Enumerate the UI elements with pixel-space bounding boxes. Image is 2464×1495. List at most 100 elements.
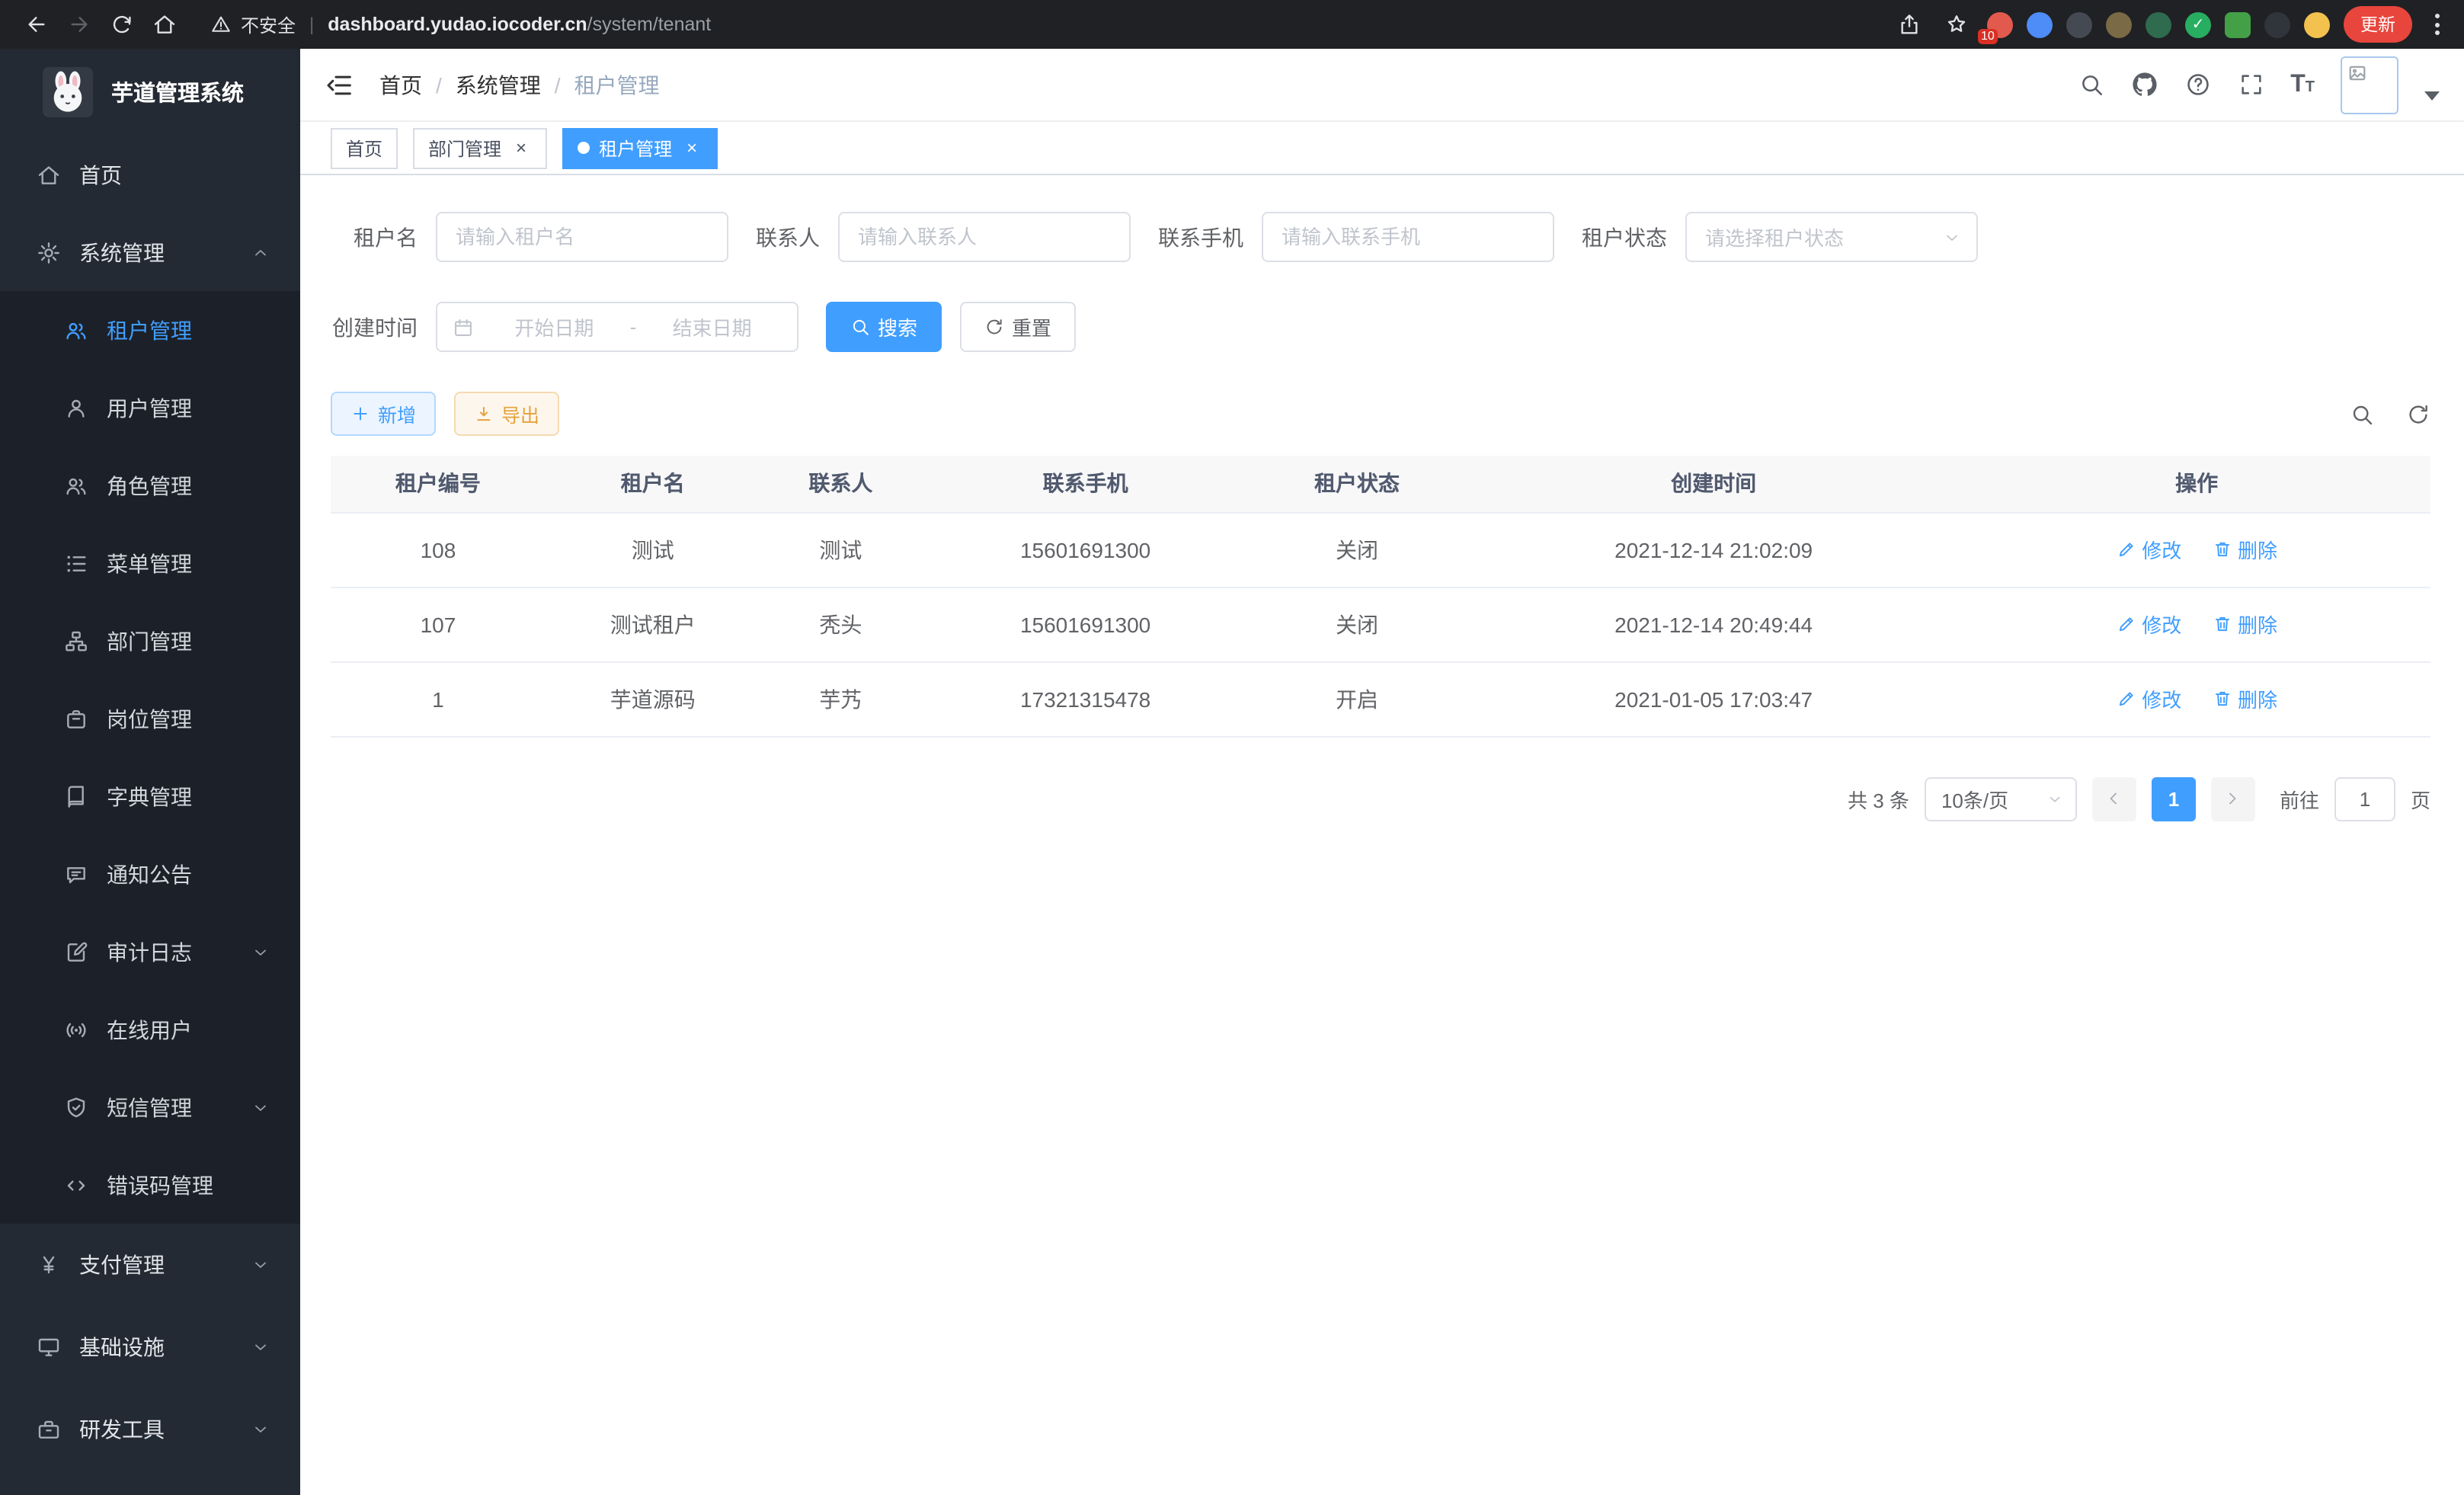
search-button[interactable]: 搜索 bbox=[826, 302, 942, 352]
sidebar-item-dict[interactable]: 字典管理 bbox=[0, 757, 300, 835]
extension-icon[interactable] bbox=[2027, 11, 2053, 37]
extension-icon[interactable]: ✓ bbox=[2185, 11, 2211, 37]
add-button[interactable]: 新增 bbox=[331, 392, 436, 436]
breadcrumb-item[interactable]: 系统管理 bbox=[456, 69, 541, 100]
profile-avatar-icon[interactable] bbox=[2304, 11, 2330, 37]
extension-icon[interactable] bbox=[2264, 11, 2290, 37]
browser-menu-icon[interactable] bbox=[2426, 14, 2449, 35]
extension-icon[interactable]: 10 bbox=[1987, 11, 2013, 37]
sidebar-item-label: 研发工具 bbox=[79, 1414, 165, 1445]
sidebar-item-dept[interactable]: 部门管理 bbox=[0, 602, 300, 680]
edit-link[interactable]: 修改 bbox=[2116, 610, 2181, 639]
extension-icon[interactable] bbox=[2225, 11, 2251, 37]
delete-link[interactable]: 删除 bbox=[2212, 535, 2277, 564]
sidebar-item-home[interactable]: 首页 bbox=[0, 136, 300, 213]
contact-input[interactable] bbox=[838, 212, 1131, 262]
fullscreen-icon[interactable] bbox=[2237, 71, 2264, 98]
status-select[interactable]: 请选择租户状态 bbox=[1685, 212, 1978, 262]
address-bar[interactable]: 不安全 | dashboard.yudao.iocoder.cn /system… bbox=[210, 11, 1893, 37]
phone-input[interactable] bbox=[1262, 212, 1554, 262]
breadcrumb-separator: / bbox=[555, 72, 561, 97]
browser-forward-icon[interactable] bbox=[58, 3, 101, 46]
page-size-select[interactable]: 10条/页 bbox=[1925, 776, 2077, 821]
code-icon bbox=[64, 1173, 88, 1197]
sidebar-item-infrastructure[interactable]: 基础设施 bbox=[0, 1306, 300, 1388]
tab-label: 首页 bbox=[346, 135, 382, 161]
sidebar-item-dev-tools[interactable]: 研发工具 bbox=[0, 1388, 300, 1471]
sidebar-item-audit-log[interactable]: 审计日志 bbox=[0, 913, 300, 991]
sidebar-item-label: 部门管理 bbox=[107, 626, 192, 656]
calendar-icon bbox=[453, 316, 474, 338]
page-content: 租户名 联系人 联系手机 租户状态 请选择租户状态 bbox=[300, 175, 2464, 1495]
close-icon[interactable]: × bbox=[681, 137, 702, 158]
export-button[interactable]: 导出 bbox=[454, 392, 559, 436]
sidebar-item-label: 短信管理 bbox=[107, 1092, 192, 1122]
goto-page-input[interactable] bbox=[2334, 776, 2395, 821]
date-range-picker[interactable]: 开始日期 - 结束日期 bbox=[436, 302, 798, 352]
extension-icon[interactable] bbox=[2146, 11, 2171, 37]
avatar[interactable] bbox=[2341, 56, 2398, 114]
search-icon bbox=[850, 317, 870, 337]
col-header: 租户名 bbox=[546, 456, 760, 512]
table-row: 108 测试 测试 15601691300 关闭 2021-12-14 21:0… bbox=[331, 512, 2430, 587]
close-icon[interactable]: × bbox=[510, 137, 532, 158]
toggle-search-icon[interactable] bbox=[2350, 402, 2374, 426]
tab-tenant[interactable]: 租户管理 × bbox=[562, 127, 718, 168]
delete-link[interactable]: 删除 bbox=[2212, 610, 2277, 639]
chevron-down-icon bbox=[1943, 228, 1961, 246]
add-button-label: 新增 bbox=[378, 399, 416, 428]
chevron-up-icon bbox=[251, 243, 270, 261]
navbar: 首页 / 系统管理 / 租户管理 TT bbox=[300, 49, 2464, 122]
logo[interactable]: 芋道管理系统 bbox=[0, 49, 300, 136]
date-start-placeholder: 开始日期 bbox=[485, 312, 624, 341]
book-icon bbox=[64, 784, 88, 808]
github-icon[interactable] bbox=[2130, 71, 2158, 98]
sidebar-item-tenant[interactable]: 租户管理 bbox=[0, 291, 300, 369]
share-icon[interactable] bbox=[1893, 3, 1926, 46]
filter-tenant-name: 租户名 bbox=[331, 212, 728, 262]
cell-actions: 修改 删除 bbox=[1963, 661, 2430, 736]
edit-link[interactable]: 修改 bbox=[2116, 684, 2181, 713]
monitor-icon bbox=[37, 1335, 61, 1359]
browser-back-icon[interactable] bbox=[15, 3, 58, 46]
sidebar-item-post[interactable]: 岗位管理 bbox=[0, 680, 300, 757]
edit-link[interactable]: 修改 bbox=[2116, 535, 2181, 564]
bookmark-star-icon[interactable] bbox=[1940, 3, 1973, 46]
hamburger-icon[interactable] bbox=[325, 69, 355, 100]
tab-dept[interactable]: 部门管理 × bbox=[413, 127, 547, 168]
help-icon[interactable] bbox=[2184, 71, 2211, 98]
col-header: 联系手机 bbox=[921, 456, 1250, 512]
page-number-button[interactable]: 1 bbox=[2152, 776, 2196, 821]
delete-link[interactable]: 删除 bbox=[2212, 684, 2277, 713]
browser-home-icon[interactable] bbox=[143, 3, 186, 46]
tenant-name-input[interactable] bbox=[436, 212, 728, 262]
extension-icon[interactable] bbox=[2106, 11, 2132, 37]
sidebar-item-menu[interactable]: 菜单管理 bbox=[0, 524, 300, 602]
tab-home[interactable]: 首页 bbox=[331, 127, 398, 168]
cell-status: 关闭 bbox=[1250, 512, 1464, 587]
sidebar-item-error-code[interactable]: 错误码管理 bbox=[0, 1146, 300, 1224]
cell-contact: 测试 bbox=[760, 512, 921, 587]
prev-page-button[interactable] bbox=[2092, 776, 2136, 821]
browser-update-button[interactable]: 更新 bbox=[2344, 6, 2412, 43]
chevron-down-icon bbox=[251, 1098, 270, 1116]
browser-reload-icon[interactable] bbox=[101, 3, 143, 46]
sidebar-item-sms[interactable]: 短信管理 bbox=[0, 1068, 300, 1146]
breadcrumb-item[interactable]: 首页 bbox=[379, 69, 422, 100]
chevron-down-icon bbox=[251, 1420, 270, 1439]
header-search-icon[interactable] bbox=[2077, 71, 2104, 98]
sidebar-item-online-users[interactable]: 在线用户 bbox=[0, 991, 300, 1068]
sidebar-item-payment[interactable]: 支付管理 bbox=[0, 1224, 300, 1306]
security-warning-icon bbox=[210, 14, 232, 35]
reset-button[interactable]: 重置 bbox=[960, 302, 1076, 352]
next-page-button[interactable] bbox=[2211, 776, 2255, 821]
sidebar-item-user[interactable]: 用户管理 bbox=[0, 369, 300, 447]
filter-contact: 联系人 bbox=[756, 212, 1131, 262]
extension-icon[interactable] bbox=[2066, 11, 2092, 37]
sidebar-item-role[interactable]: 角色管理 bbox=[0, 447, 300, 524]
refresh-table-icon[interactable] bbox=[2406, 402, 2430, 426]
chevron-down-icon[interactable] bbox=[2424, 91, 2440, 100]
font-size-icon[interactable]: TT bbox=[2290, 72, 2315, 97]
sidebar-item-system[interactable]: 系统管理 bbox=[0, 213, 300, 291]
sidebar-item-notice[interactable]: 通知公告 bbox=[0, 835, 300, 913]
